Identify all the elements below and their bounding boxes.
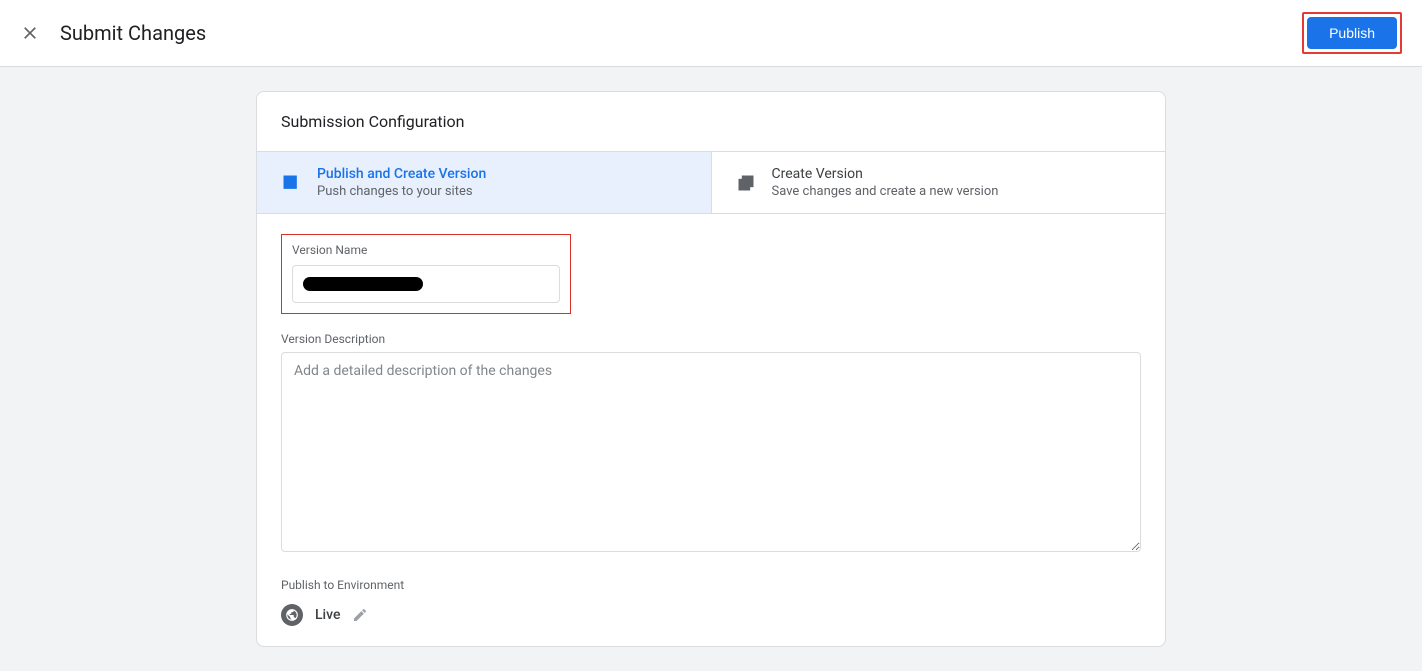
environment-name: Live — [315, 607, 340, 623]
submission-tabs: Publish and Create Version Push changes … — [257, 151, 1165, 214]
edit-icon[interactable] — [352, 607, 368, 623]
version-name-redacted — [303, 277, 423, 291]
section-title: Submission Configuration — [257, 92, 1165, 151]
tab-publish-and-create[interactable]: Publish and Create Version Push changes … — [257, 152, 711, 213]
tab-create-version[interactable]: Create Version Save changes and create a… — [712, 152, 1166, 213]
version-name-highlight: Version Name — [281, 234, 571, 314]
close-icon[interactable] — [20, 23, 40, 43]
version-description-input[interactable] — [281, 352, 1141, 552]
environment-row: Live — [281, 604, 1141, 626]
version-name-label: Version Name — [292, 243, 560, 257]
publish-button[interactable]: Publish — [1307, 17, 1397, 49]
page-title: Submit Changes — [60, 21, 206, 45]
submission-panel: Submission Configuration Publish and Cre… — [256, 91, 1166, 647]
page-header: Submit Changes Publish — [0, 0, 1422, 67]
version-name-input[interactable] — [292, 265, 560, 303]
version-desc-label: Version Description — [281, 332, 1141, 346]
globe-icon — [281, 604, 303, 626]
tab-subtitle: Save changes and create a new version — [772, 184, 999, 199]
header-left: Submit Changes — [20, 21, 206, 45]
environment-section: Publish to Environment Live — [281, 578, 1141, 626]
copy-icon — [736, 173, 756, 193]
tab-title: Create Version — [772, 166, 999, 182]
form-area: Version Name Version Description Publish… — [257, 214, 1165, 646]
publish-button-highlight: Publish — [1302, 12, 1402, 54]
tab-subtitle: Push changes to your sites — [317, 184, 486, 199]
publish-env-label: Publish to Environment — [281, 578, 1141, 592]
publish-upload-icon — [281, 173, 301, 193]
tab-title: Publish and Create Version — [317, 166, 486, 182]
